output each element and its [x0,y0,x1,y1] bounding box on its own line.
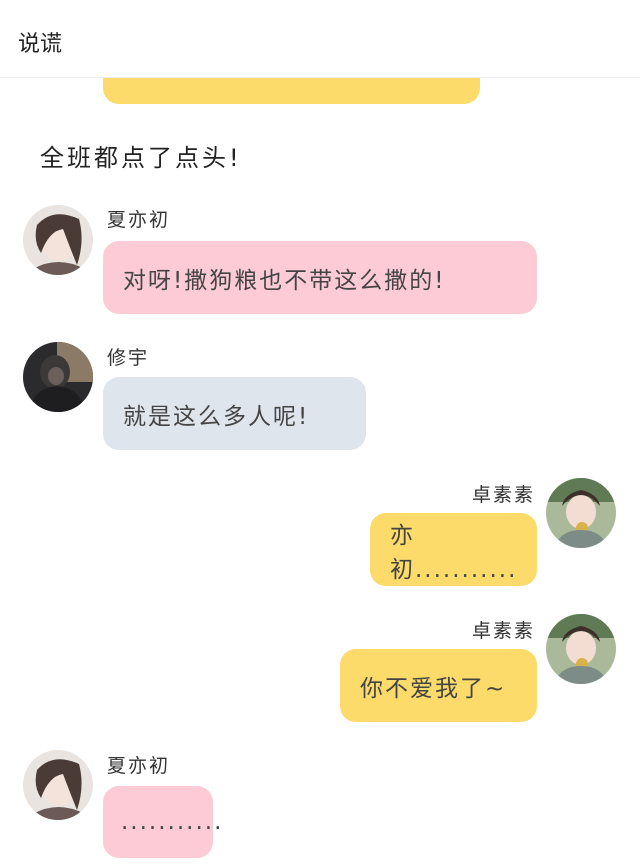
message-bubble[interactable]: 亦初........... [370,513,537,586]
avatar-xia-yichu[interactable] [23,205,93,275]
top-bar: 说谎 [0,0,640,78]
sender-name: 夏亦初 [107,755,171,777]
sender-name: 夏亦初 [107,209,171,231]
sender-name: 卓素素 [472,484,536,506]
message-text: ........... [121,809,224,835]
message-bubble[interactable]: 就是这么多人呢! [103,377,366,450]
sender-name: 卓素素 [472,620,536,642]
avatar-zhuo-susu[interactable] [546,614,616,684]
page-title: 说谎 [18,32,63,57]
message-bubble[interactable]: ........... [103,786,221,858]
message-text: 你不爱我了~ [360,675,507,702]
avatar-xiu-yu[interactable] [23,342,93,412]
avatar-xia-yichu[interactable] [23,750,93,820]
message-bubble[interactable]: 你不爱我了~ [340,649,537,722]
avatar-zhuo-susu[interactable] [546,478,616,548]
narration-text: 全班都点了点头! [40,144,242,172]
message-bubble[interactable]: 对呀!撒狗粮也不带这么撒的! [103,241,537,314]
message-text: 亦初........... [390,522,518,583]
message-text: 对呀!撒狗粮也不带这么撒的! [123,267,446,294]
sender-name: 修宇 [107,347,150,369]
message-text: 就是这么多人呢! [123,403,310,430]
